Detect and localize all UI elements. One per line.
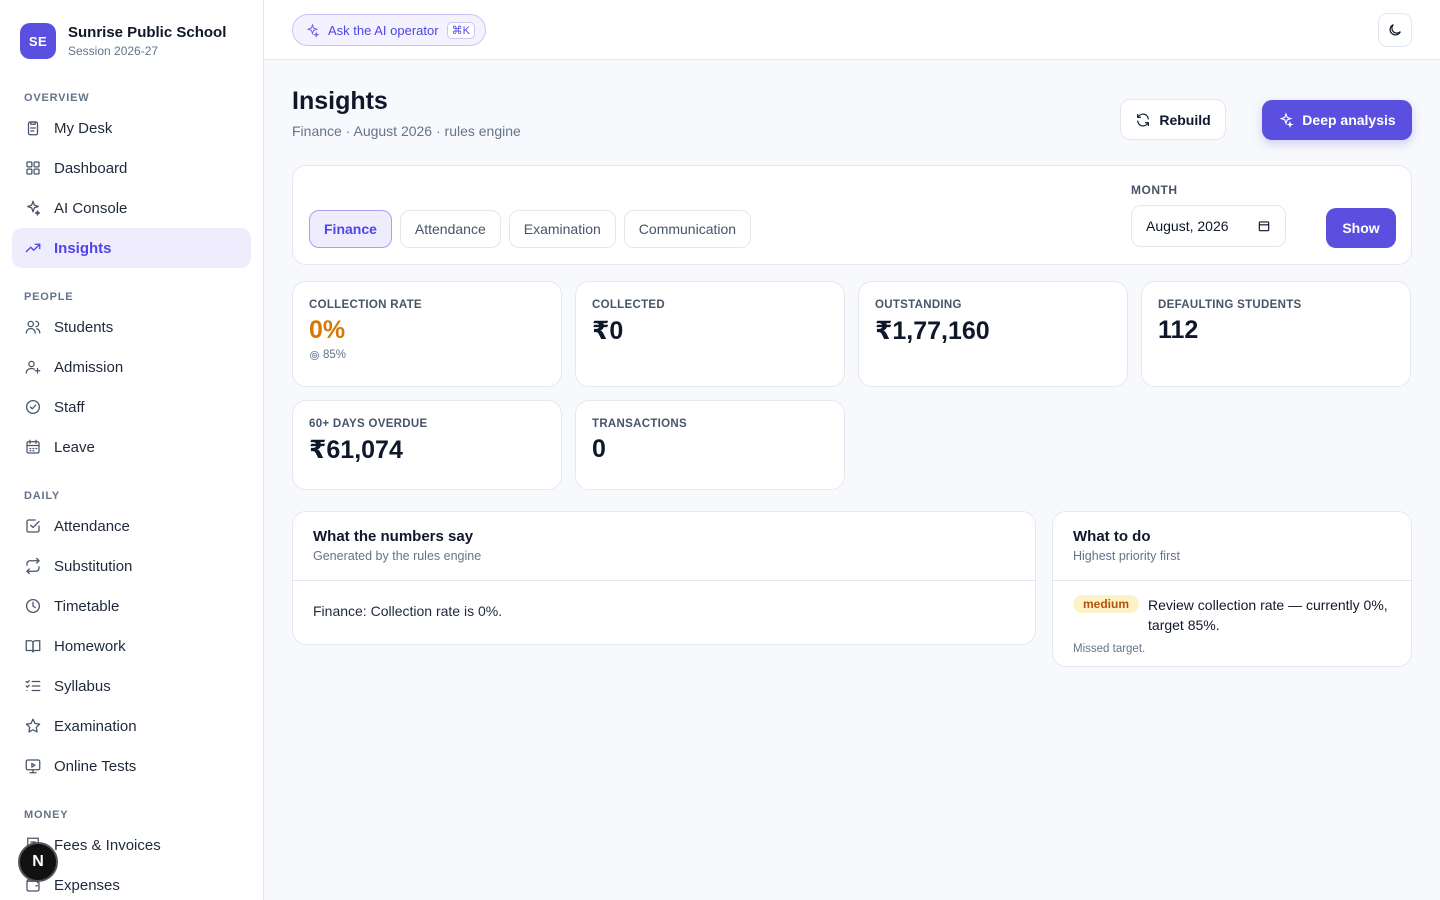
stat-value: ₹0 — [592, 317, 624, 345]
deep-analysis-label: Deep analysis — [1302, 112, 1396, 128]
tab-examination[interactable]: Examination — [508, 210, 616, 248]
sparkles-icon — [27, 200, 41, 216]
show-button[interactable]: Show — [1326, 208, 1396, 248]
sidebar: SE Sunrise Public School Session 2026-27… — [0, 0, 264, 900]
clock-icon — [25, 598, 41, 614]
calendar-icon — [26, 439, 40, 454]
filter-card: Finance Attendance Examination Communica… — [292, 165, 1412, 265]
stat-card-60-days-overdue: 60+ DAYS OVERDUE ₹61,074 — [292, 400, 562, 490]
sidebar-item-dashboard[interactable]: Dashboard — [12, 148, 251, 188]
todo-item[interactable]: medium Review collection rate — currentl… — [1053, 581, 1411, 669]
rebuild-button[interactable]: Rebuild — [1120, 99, 1226, 140]
brand: SE Sunrise Public School Session 2026-27 — [0, 0, 263, 62]
users-icon — [25, 320, 41, 334]
sidebar-item-insights[interactable]: Insights — [12, 228, 251, 268]
sidebar-item-examination[interactable]: Examination — [12, 706, 251, 746]
category-tabs: Finance Attendance Examination Communica… — [309, 210, 752, 248]
moon-icon — [1389, 24, 1401, 36]
priority-badge: medium — [1073, 595, 1140, 613]
check-square-icon — [26, 519, 40, 533]
nav-section-overview: OVERVIEW — [24, 92, 90, 104]
nav-section-people: PEOPLE — [24, 291, 74, 303]
floating-avatar-button[interactable]: N — [18, 842, 58, 882]
sidebar-item-attendance[interactable]: Attendance — [12, 506, 251, 546]
ask-ai-operator-button[interactable]: Ask the AI operator ⌘K — [292, 14, 486, 46]
month-picker[interactable]: August, 2026 — [1131, 205, 1286, 247]
sparkles-icon — [1279, 112, 1294, 128]
session-label: Session 2026-27 — [68, 44, 159, 58]
sidebar-item-leave[interactable]: Leave — [12, 427, 251, 467]
todo-note: Missed target. — [1073, 643, 1146, 655]
star-icon — [25, 718, 41, 733]
stat-card-defaulting-students: DEFAULTING STUDENTS 112 — [1141, 281, 1411, 387]
panel-subtitle: Highest priority first — [1073, 549, 1180, 563]
numbers-panel: What the numbers say Generated by the ru… — [292, 511, 1036, 645]
grid-icon — [26, 161, 40, 175]
insight-text: Finance: Collection rate is 0%. — [313, 603, 503, 619]
stat-card-outstanding: OUTSTANDING ₹1,77,160 — [858, 281, 1128, 387]
nav-section-daily: DAILY — [24, 490, 60, 502]
badge-check-icon — [25, 399, 41, 415]
school-name: Sunrise Public School — [68, 24, 227, 41]
page-subtitle: Finance · August 2026 · rules engine — [292, 123, 521, 139]
refresh-icon — [1137, 113, 1150, 126]
book-open-icon — [25, 640, 41, 653]
deep-analysis-button[interactable]: Deep analysis — [1262, 100, 1412, 140]
trending-up-icon — [25, 243, 41, 253]
todo-panel: What to do Highest priority first medium… — [1052, 511, 1412, 667]
month-label: MONTH — [1131, 183, 1178, 197]
tab-attendance[interactable]: Attendance — [399, 210, 501, 248]
list-checks-icon — [25, 680, 41, 692]
keyboard-shortcut: ⌘K — [446, 21, 475, 39]
stat-value: ₹61,074 — [309, 436, 403, 464]
tab-finance[interactable]: Finance — [309, 210, 392, 248]
todo-text: Review collection rate — currently 0%, t… — [1148, 597, 1388, 633]
page-title: Insights — [292, 87, 388, 115]
stat-target: 85% — [309, 349, 545, 361]
repeat-icon — [26, 557, 40, 575]
sidebar-item-online-tests[interactable]: Online Tests — [12, 746, 251, 786]
stat-value: 0% — [309, 316, 346, 344]
stat-card-collected: COLLECTED ₹0 — [575, 281, 845, 387]
panel-subtitle: Generated by the rules engine — [313, 549, 482, 563]
stat-card-transactions: TRANSACTIONS 0 — [575, 400, 845, 490]
sidebar-item-ai-console[interactable]: AI Console — [12, 188, 251, 228]
sidebar-item-homework[interactable]: Homework — [12, 626, 251, 666]
sidebar-item-timetable[interactable]: Timetable — [12, 586, 251, 626]
theme-toggle-button[interactable] — [1378, 13, 1412, 47]
sidebar-item-students[interactable]: Students — [12, 307, 251, 347]
clipboard-icon — [27, 121, 39, 136]
ask-ai-label: Ask the AI operator — [328, 22, 439, 38]
rebuild-label: Rebuild — [1159, 111, 1211, 128]
calendar-icon — [1258, 221, 1270, 232]
sidebar-item-syllabus[interactable]: Syllabus — [12, 666, 251, 706]
stat-value: 0 — [592, 435, 606, 463]
sidebar-item-staff[interactable]: Staff — [12, 387, 251, 427]
nav-section-money: MONEY — [24, 809, 69, 821]
panel-title: What the numbers say — [313, 528, 474, 545]
sidebar-item-admission[interactable]: Admission — [12, 347, 251, 387]
month-value: August, 2026 — [1146, 218, 1229, 234]
stat-value: 112 — [1158, 316, 1199, 344]
tab-communication[interactable]: Communication — [623, 210, 752, 248]
school-logo[interactable]: SE — [20, 23, 56, 59]
top-bar: Ask the AI operator ⌘K — [264, 0, 1440, 60]
target-icon — [310, 350, 319, 360]
panel-title: What to do — [1073, 528, 1151, 545]
stat-card-collection-rate: COLLECTION RATE 0% 85% — [292, 281, 562, 387]
stat-value: ₹1,77,160 — [875, 317, 990, 345]
sidebar-item-substitution[interactable]: Substitution — [12, 546, 251, 586]
sidebar-item-my-desk[interactable]: My Desk — [12, 108, 251, 148]
monitor-play-icon — [25, 759, 41, 774]
user-plus-icon — [25, 360, 41, 374]
sparkles-icon — [306, 22, 320, 38]
